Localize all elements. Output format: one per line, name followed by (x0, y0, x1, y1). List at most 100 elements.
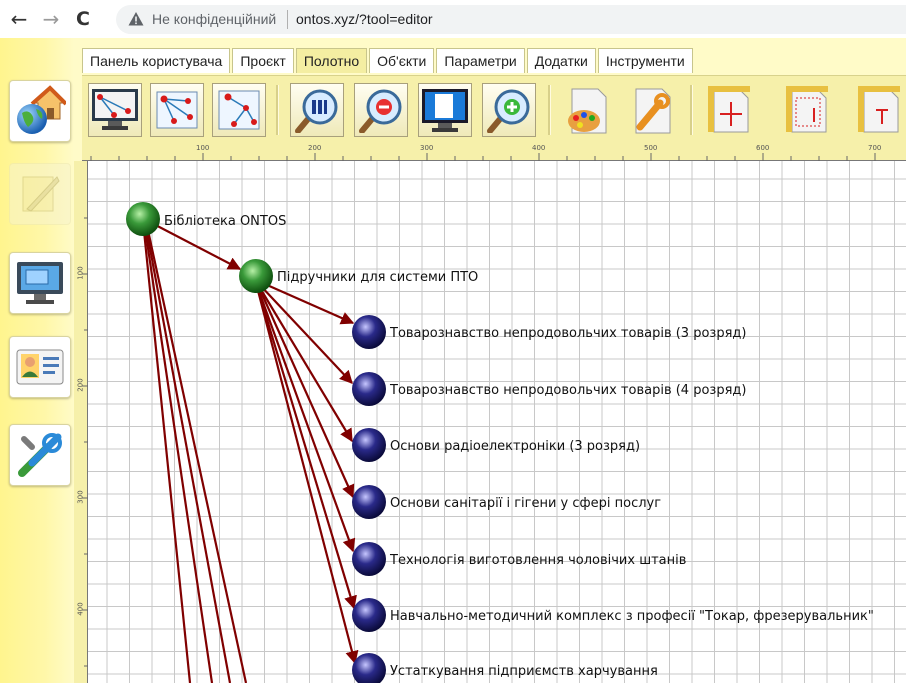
child-node[interactable]: Товарознавство непродовольчих товарів (4… (352, 372, 746, 406)
page-monitor-icon (422, 89, 468, 132)
page-size-icon (858, 86, 900, 133)
node-label[interactable]: Бібліотека ONTOS (164, 214, 286, 229)
graph-monitor-icon (92, 89, 138, 130)
user-card-button[interactable] (9, 336, 71, 398)
ruler-label: 400 (532, 144, 546, 152)
node-sphere[interactable] (352, 653, 386, 683)
node-label[interactable]: Основи санітарії і гігени у сфері послуг (390, 496, 661, 511)
back-arrow-icon[interactable]: ← (6, 6, 32, 32)
edge (255, 282, 355, 499)
palette-button[interactable] (560, 83, 614, 137)
ruler-label: 100 (196, 144, 210, 152)
monitor-button[interactable] (9, 252, 71, 314)
zoom-fit-icon (295, 89, 338, 133)
url-text[interactable]: ontos.xyz/?tool=editor (296, 11, 433, 27)
security-status-label: Не конфіденційний (152, 11, 277, 27)
graph-tree-button[interactable] (212, 83, 266, 137)
horizontal-ruler: 100 200 300 400 500 600 700 (82, 143, 906, 161)
edge (144, 220, 248, 683)
home-globe-icon (17, 85, 66, 134)
edge (143, 220, 232, 683)
zoom-fit-button[interactable] (290, 83, 344, 137)
page-height-icon (786, 86, 828, 133)
page-width-button[interactable] (704, 83, 758, 137)
graph-canvas[interactable]: Бібліотека ONTOS Підручники для системи … (88, 161, 906, 683)
left-sidebar (0, 38, 74, 683)
node-sphere[interactable] (352, 372, 386, 406)
edge (141, 220, 192, 683)
quill-icon (22, 176, 60, 212)
ruler-label: 300 (420, 144, 434, 152)
node-label[interactable]: Товарознавство непродовольчих товарів (4… (389, 383, 746, 398)
graph-edit-icon (156, 91, 198, 129)
node-sphere[interactable] (126, 202, 160, 236)
child-node[interactable]: Устаткування підприємств харчування (352, 653, 658, 683)
address-bar[interactable]: Не конфіденційний ontos.xyz/?tool=editor (116, 5, 906, 34)
tab-user-panel[interactable]: Панель користувача (82, 48, 231, 73)
node-label[interactable]: Підручники для системи ПТО (277, 270, 478, 285)
quill-button[interactable] (9, 163, 71, 225)
tab-objects[interactable]: Об'єкти (369, 48, 435, 73)
monitor-icon (17, 262, 63, 304)
wrench-button[interactable] (624, 83, 678, 137)
graph-monitor-button[interactable] (88, 83, 142, 137)
node-sphere[interactable] (352, 485, 386, 519)
zoom-out-button[interactable] (354, 83, 408, 137)
tools-button[interactable] (9, 424, 71, 486)
node-sphere[interactable] (352, 598, 386, 632)
page-size-button[interactable] (854, 83, 906, 137)
graph-svg: Бібліотека ONTOS Підручники для системи … (126, 202, 874, 683)
child-node[interactable]: Навчально-методичний комплекс з професії… (352, 598, 874, 632)
ruler-label: 300 (76, 490, 85, 504)
palette-icon (568, 88, 607, 134)
wrench-icon (635, 88, 671, 134)
tab-addons[interactable]: Додатки (526, 48, 596, 73)
node-sphere[interactable] (239, 259, 273, 293)
edge (254, 282, 359, 665)
vertical-ruler: 100 200 300 400 (74, 161, 88, 683)
tools-icon (18, 433, 62, 477)
user-card-icon (16, 349, 64, 385)
zoom-out-icon (359, 89, 402, 133)
page-monitor-button[interactable] (418, 83, 472, 137)
node-sphere[interactable] (352, 542, 386, 576)
toolbar-separator (690, 85, 693, 135)
warning-triangle-icon[interactable] (128, 11, 144, 27)
ruler-label: 400 (76, 602, 85, 616)
zoom-in-button[interactable] (482, 83, 536, 137)
ruler-label: 700 (868, 144, 882, 152)
menu-tabs: Панель користувача Проєкт Полотно Об'єкт… (82, 48, 695, 74)
page-width-icon (708, 86, 750, 133)
ontos-editor: Панель користувача Проєкт Полотно Об'єкт… (0, 38, 906, 683)
tab-parameters[interactable]: Параметри (436, 48, 525, 73)
tab-canvas[interactable]: Полотно (295, 48, 368, 73)
node-label[interactable]: Товарознавство непродовольчих товарів (3… (389, 326, 746, 341)
canvas-toolbar (82, 75, 906, 144)
ruler-label: 600 (756, 144, 770, 152)
child-node[interactable]: Основи санітарії і гігени у сфері послуг (352, 485, 661, 519)
child-node[interactable]: Основи радіоелектроніки (3 розряд) (352, 428, 640, 462)
node-label[interactable]: Технологія виготовлення чоловічих штанів (389, 553, 686, 568)
node-label[interactable]: Основи радіоелектроніки (3 розряд) (390, 439, 640, 454)
tab-tools[interactable]: Інструменти (597, 48, 693, 73)
ruler-label: 100 (76, 266, 85, 280)
ruler-label: 200 (308, 144, 322, 152)
home-globe-button[interactable] (9, 80, 71, 142)
page-height-button[interactable] (782, 83, 836, 137)
node-sphere[interactable] (352, 428, 386, 462)
tab-project[interactable]: Проєкт (232, 48, 294, 73)
node-label[interactable]: Навчально-методичний комплекс з професії… (390, 609, 874, 624)
node-sphere[interactable] (352, 315, 386, 349)
browser-bar: ← → C Не конфіденційний ontos.xyz/?tool=… (0, 0, 906, 38)
edge (142, 220, 214, 683)
child-node[interactable]: Товарознавство непродовольчих товарів (3… (352, 315, 746, 349)
toolbar-separator (276, 85, 279, 135)
reload-icon[interactable]: C (70, 6, 96, 32)
ruler-label: 500 (644, 144, 658, 152)
graph-edit-button[interactable] (150, 83, 204, 137)
child-node[interactable]: Технологія виготовлення чоловічих штанів (352, 542, 686, 576)
node-label[interactable]: Устаткування підприємств харчування (390, 664, 658, 679)
root-node[interactable]: Бібліотека ONTOS (126, 202, 286, 236)
zoom-in-icon (487, 89, 530, 133)
forward-arrow-icon[interactable]: → (38, 6, 64, 32)
